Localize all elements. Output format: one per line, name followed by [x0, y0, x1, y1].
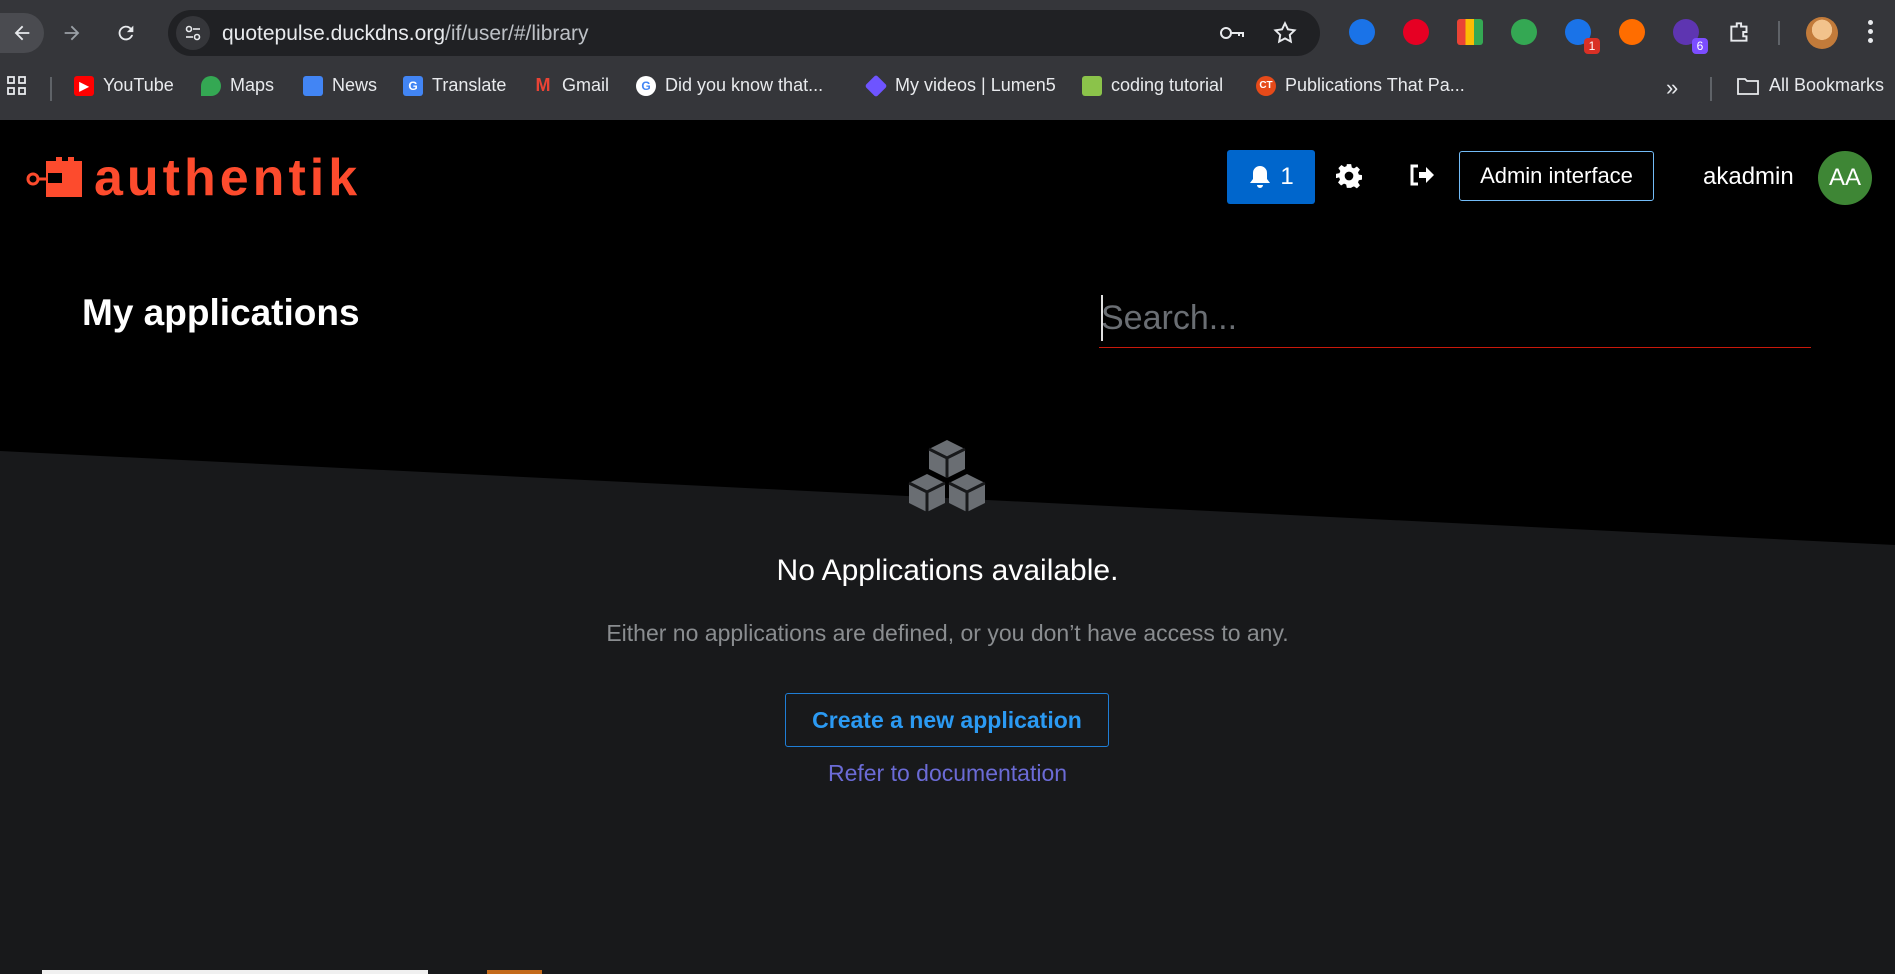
- bookmark-label: Publications That Pa...: [1285, 75, 1465, 95]
- youtube-icon: ▶: [74, 75, 94, 96]
- app-viewport: authentik 1 Admin interface akadmin AA M…: [0, 120, 1895, 974]
- brand-logo[interactable]: authentik: [24, 149, 362, 207]
- password-key-icon[interactable]: [1218, 21, 1246, 50]
- browser-toolbar: quotepulse.duckdns.org/if/user/#/library…: [0, 0, 1895, 66]
- bookmark-label: Translate: [432, 75, 507, 95]
- reload-button[interactable]: [106, 13, 146, 53]
- cubes-icon: [905, 438, 989, 519]
- username: akadmin: [1703, 163, 1794, 190]
- address-bar[interactable]: quotepulse.duckdns.org/if/user/#/library: [168, 10, 1320, 56]
- search-input[interactable]: [1099, 290, 1811, 348]
- back-button[interactable]: [0, 13, 44, 53]
- bookmark-google[interactable]: G Did you know that...: [636, 75, 823, 96]
- extensions-puzzle-icon[interactable]: [1724, 16, 1756, 48]
- extension-pinterest-icon[interactable]: [1400, 16, 1432, 48]
- url-text[interactable]: quotepulse.duckdns.org/if/user/#/library: [222, 22, 589, 46]
- all-bookmarks-label: All Bookmarks: [1769, 75, 1885, 95]
- bookmark-label: Did you know that...: [665, 75, 824, 95]
- maps-icon: [201, 75, 221, 96]
- bookmark-publications[interactable]: CT Publications That Pa...: [1256, 75, 1465, 96]
- extension-robot-icon[interactable]: [1508, 16, 1540, 48]
- all-bookmarks[interactable]: All Bookmarks: [1736, 75, 1884, 96]
- extension-iq-icon[interactable]: [1346, 16, 1378, 48]
- bookmarks-bar: ▶ YouTube Maps News G Translate M Gmail G Di…: [0, 70, 1895, 106]
- bookmark-maps[interactable]: Maps: [201, 75, 274, 96]
- profile-avatar[interactable]: [1806, 17, 1838, 49]
- ct-icon: CT: [1256, 75, 1276, 96]
- bookmark-label: My videos | Lumen5: [895, 75, 1056, 95]
- extension-badge: 6: [1692, 38, 1708, 54]
- settings-button[interactable]: [1336, 163, 1363, 194]
- empty-state-title: No Applications available.: [776, 554, 1119, 587]
- admin-interface-button[interactable]: Admin interface: [1459, 151, 1654, 201]
- brand-name: authentik: [94, 149, 362, 207]
- extension-fox-icon[interactable]: [1616, 16, 1648, 48]
- bookmark-coding-tutorial[interactable]: coding tutorial: [1082, 75, 1223, 96]
- notifications-count: 1: [1280, 163, 1294, 190]
- bell-icon: [1250, 166, 1271, 188]
- bookmarks-overflow-icon[interactable]: »: [1666, 75, 1678, 101]
- bookmark-lumen5[interactable]: My videos | Lumen5: [864, 74, 1056, 97]
- bookmark-label: Maps: [230, 75, 275, 95]
- notifications-button[interactable]: 1: [1227, 150, 1315, 204]
- arrow-right-icon: [64, 25, 80, 41]
- bookmark-label: News: [332, 75, 378, 95]
- create-application-button[interactable]: Create a new application: [785, 693, 1109, 747]
- news-icon: [303, 75, 323, 96]
- toolbar-divider: [1778, 21, 1780, 45]
- bookmark-gmail[interactable]: M Gmail: [533, 75, 610, 96]
- bookmark-label: coding tutorial: [1111, 75, 1224, 95]
- forward-button[interactable]: [52, 13, 92, 53]
- avatar[interactable]: AA: [1818, 151, 1872, 205]
- empty-state-body: Either no applications are defined, or y…: [606, 620, 1289, 646]
- translate-icon: G: [403, 75, 423, 96]
- coding-tutorial-icon: [1082, 75, 1102, 96]
- page-title: My applications: [82, 292, 360, 333]
- folder-icon: [1737, 77, 1759, 95]
- bookmark-label: YouTube: [103, 75, 174, 95]
- lumen5-icon: [864, 74, 888, 97]
- browser-chrome: quotepulse.duckdns.org/if/user/#/library…: [0, 0, 1895, 120]
- apps-grid-icon[interactable]: [6, 75, 28, 97]
- bookmark-star-icon[interactable]: [1272, 20, 1298, 51]
- extension-c-icon[interactable]: 1: [1562, 16, 1600, 54]
- gear-icon: [1336, 164, 1363, 189]
- url-path: /if/user/#/library: [445, 22, 589, 45]
- text-caret: [1101, 295, 1103, 341]
- google-icon: G: [636, 75, 656, 96]
- authentik-mark-icon: [26, 157, 82, 197]
- documentation-link[interactable]: Refer to documentation: [0, 760, 1895, 787]
- bookmark-label: Gmail: [562, 75, 610, 95]
- background-slant: [0, 451, 1895, 974]
- bookmarks-divider: [1710, 77, 1712, 101]
- arrow-left-icon: [14, 25, 30, 41]
- bottom-edge-strip: [42, 970, 428, 974]
- site-info-icon[interactable]: [176, 16, 210, 50]
- bottom-edge-strip: [487, 970, 542, 974]
- bookmark-news[interactable]: News: [303, 75, 377, 96]
- reload-icon: [118, 25, 134, 41]
- url-host: quotepulse.duckdns.org: [222, 22, 445, 45]
- logout-button[interactable]: [1409, 163, 1435, 192]
- browser-menu-icon[interactable]: [1868, 20, 1874, 47]
- bookmarks-divider: [50, 77, 52, 101]
- extension-badge: 1: [1584, 38, 1600, 54]
- extension-purple-icon[interactable]: 6: [1670, 16, 1708, 54]
- bookmark-translate[interactable]: G Translate: [403, 75, 506, 96]
- extension-color-grid-icon[interactable]: [1454, 16, 1486, 48]
- bookmark-youtube[interactable]: ▶ YouTube: [74, 75, 174, 96]
- sign-out-icon: [1410, 164, 1434, 186]
- gmail-icon: M: [535, 75, 551, 95]
